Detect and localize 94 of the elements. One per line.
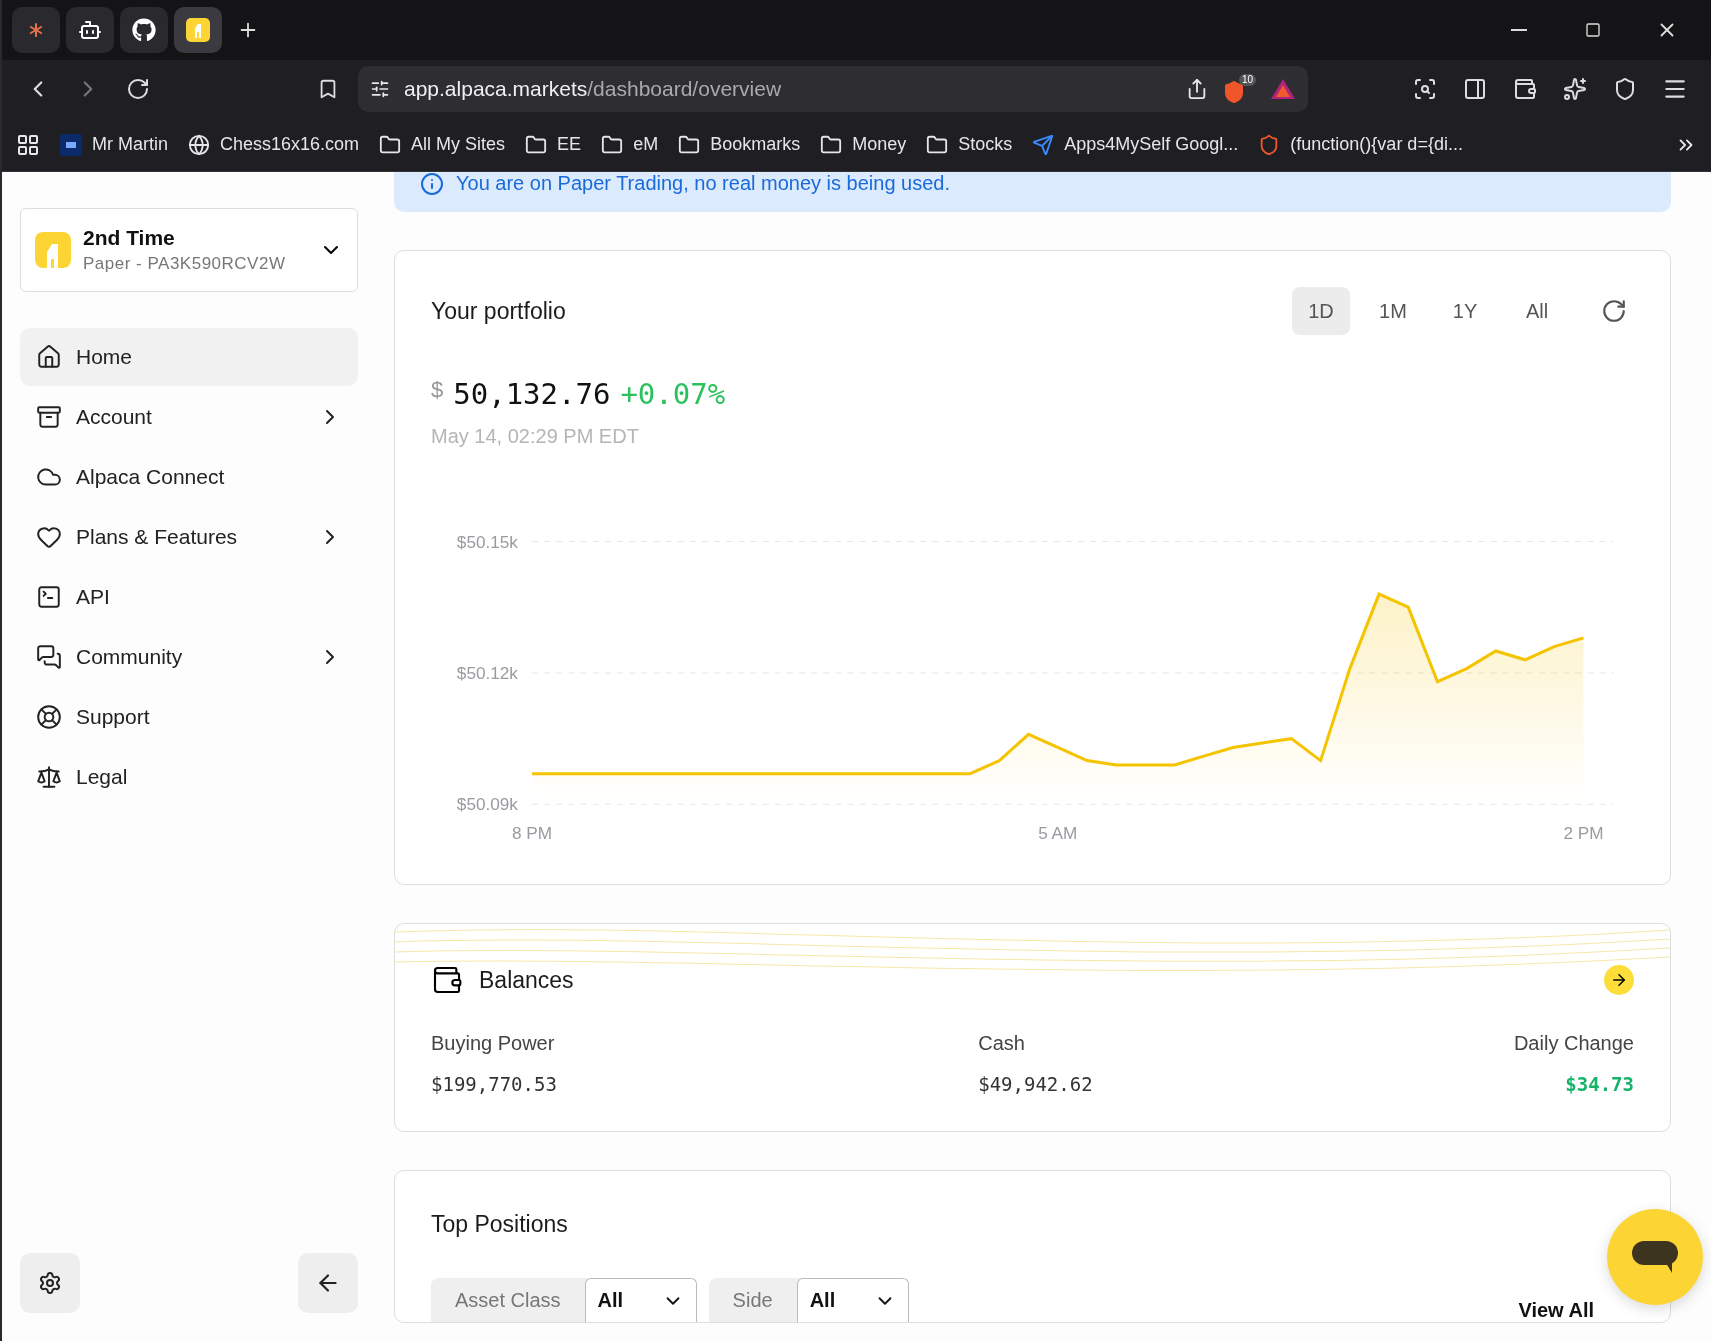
maximize-icon — [1585, 22, 1601, 38]
currency-symbol: $ — [431, 377, 444, 403]
bookmark-item[interactable]: All My Sites — [379, 133, 506, 156]
scale-icon — [36, 764, 62, 790]
bookmark-item[interactable]: Apps4MySelf Googl... — [1032, 133, 1239, 156]
y-axis-label: $50.15k — [456, 531, 518, 552]
bookmark-item[interactable]: eM — [601, 133, 659, 156]
account-id: Paper - PA3K590RCV2W — [83, 254, 287, 274]
filter-label: Side — [732, 1288, 773, 1312]
balance-value: $34.73 — [1565, 1073, 1634, 1095]
bookmark-item[interactable]: EE — [525, 133, 582, 156]
balance-value: $49,942.62 — [978, 1073, 1093, 1095]
bookmark-item[interactable]: Stocks — [926, 133, 1013, 156]
reload-icon — [126, 77, 150, 101]
logo-icon — [35, 232, 71, 268]
filter-label: Asset Class — [455, 1288, 561, 1312]
nav-item[interactable]: Alpaca Connect — [20, 448, 358, 506]
wallet-icon — [431, 964, 463, 996]
filter-select[interactable]: All — [584, 1278, 697, 1322]
bookmark-item[interactable]: Money — [820, 133, 907, 156]
range-tab[interactable]: All — [1508, 287, 1566, 335]
banner-text: You are on Paper Trading, no real money is being used. — [456, 172, 951, 195]
card-title: Your portfolio — [431, 297, 566, 325]
nav-item[interactable]: Legal — [20, 748, 358, 806]
refresh-icon — [1601, 298, 1627, 324]
info-icon — [420, 172, 444, 196]
range-tab[interactable]: 1M — [1364, 287, 1422, 335]
minimize-icon — [1511, 29, 1527, 31]
range-tab[interactable]: 1D — [1292, 287, 1350, 335]
browser-tab[interactable] — [66, 7, 114, 53]
apps-icon[interactable] — [16, 132, 40, 157]
logo-icon — [186, 18, 210, 42]
balance-label: Daily Change — [1513, 1032, 1634, 1055]
x-axis-label: 8 PM — [512, 822, 553, 843]
screenshot-icon — [1413, 77, 1437, 101]
balance-label: Buying Power — [431, 1032, 555, 1055]
card-title: Top Positions — [431, 1211, 568, 1237]
browser-tab[interactable] — [174, 7, 222, 53]
collapse-button[interactable] — [298, 1253, 358, 1313]
github-icon — [132, 18, 156, 42]
nav-item[interactable]: Support — [20, 688, 358, 746]
nav-item[interactable]: Community — [20, 628, 358, 686]
bookmark-item[interactable]: Bookmarks — [678, 133, 801, 156]
ai-icon — [60, 133, 82, 156]
y-axis-label: $50.09k — [456, 794, 518, 815]
folder-icon — [926, 133, 949, 156]
arrow-right-icon — [1610, 971, 1628, 989]
folder-icon — [525, 133, 548, 156]
range-tab[interactable]: 1Y — [1436, 287, 1494, 335]
nav-item[interactable]: Account — [20, 388, 358, 446]
sidebar-icon — [1463, 77, 1487, 101]
globe-icon — [188, 133, 210, 156]
settings-icon — [38, 1271, 62, 1295]
folder-icon — [379, 133, 402, 156]
heart-icon — [36, 524, 62, 550]
folder-icon — [678, 133, 701, 156]
bookmark-item[interactable]: (function(){var d={di... — [1258, 133, 1463, 156]
chat-icon — [36, 644, 62, 670]
card-title: Balances — [479, 966, 574, 994]
bot-icon — [78, 18, 102, 42]
account-switcher[interactable]: 2nd Time Paper - PA3K590RCV2W — [20, 208, 358, 292]
portfolio-value: 50,132.76 — [453, 377, 611, 411]
account-name: 2nd Time — [83, 226, 176, 250]
timestamp: May 14, 02:29 PM EDT — [431, 425, 640, 448]
wallet-icon — [1513, 77, 1537, 101]
site-settings-icon[interactable] — [370, 79, 390, 99]
x-axis-label: 5 AM — [1038, 822, 1078, 843]
sparkle-icon — [1563, 77, 1587, 101]
folder-icon — [601, 133, 624, 156]
bookmark-item[interactable]: Chess16x16.com — [188, 133, 360, 156]
filter-select[interactable]: All — [796, 1278, 909, 1322]
home-icon — [36, 344, 62, 370]
box-icon — [36, 404, 62, 430]
address-bar[interactable]: app.alpaca.markets/dashboard/overview 10 — [358, 66, 1308, 112]
share-icon[interactable] — [1186, 78, 1208, 100]
balance-label: Cash — [978, 1032, 1025, 1055]
view-all-link[interactable]: View All — [1518, 1299, 1594, 1322]
x-axis-label: 2 PM — [1563, 822, 1604, 843]
terminal-icon — [36, 584, 62, 610]
y-axis-label: $50.12k — [456, 663, 518, 683]
nav-item[interactable]: Plans & Features — [20, 508, 358, 566]
change-percent: +0.07% — [620, 377, 726, 411]
triangle-icon[interactable] — [1270, 77, 1296, 101]
open-balances-button[interactable] — [1604, 965, 1634, 995]
lifebuoy-icon — [36, 704, 62, 730]
bookmark-item[interactable]: Mr Martin — [60, 133, 168, 156]
balance-value: $199,770.53 — [431, 1073, 557, 1095]
settings-button[interactable] — [20, 1253, 80, 1313]
arrow-icon — [1032, 133, 1055, 156]
shield-icon — [1613, 77, 1637, 101]
browser-tab[interactable] — [120, 7, 168, 53]
nav-item[interactable]: API — [20, 568, 358, 626]
folder-icon — [820, 133, 843, 156]
nav-item[interactable]: Home — [20, 328, 358, 386]
